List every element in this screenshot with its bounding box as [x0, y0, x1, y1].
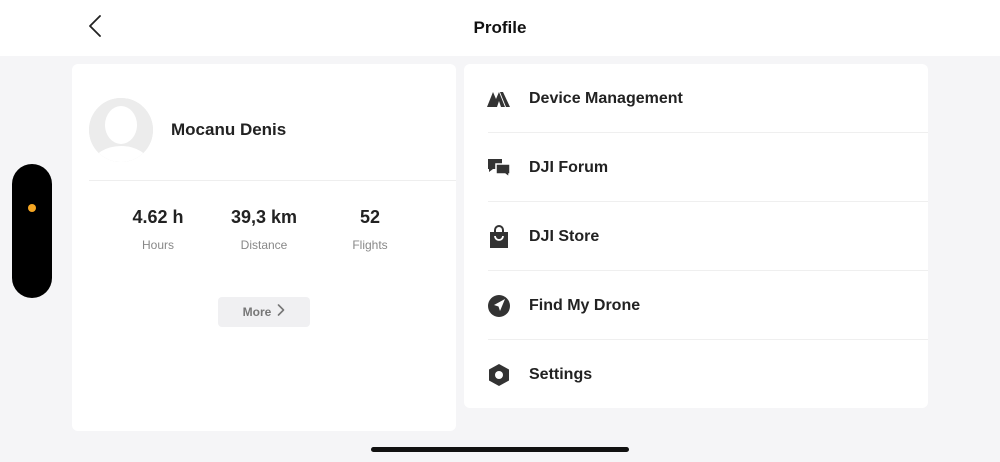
menu-item-find-my-drone[interactable]: Find My Drone [464, 271, 928, 339]
forum-icon [487, 156, 511, 180]
menu-item-label: DJI Forum [529, 159, 609, 176]
stat-label: Distance [240, 238, 288, 252]
menu-item-dji-store[interactable]: DJI Store [464, 202, 928, 270]
stat-hours: 4.62 h Hours [98, 207, 218, 252]
find-drone-icon [487, 294, 511, 318]
menu-item-settings[interactable]: Settings [464, 340, 928, 408]
menu-item-label: Find My Drone [529, 297, 641, 314]
chevron-right-icon [277, 303, 285, 321]
user-avatar-icon [89, 98, 153, 162]
more-button[interactable]: More [218, 297, 310, 327]
menu-item-label: Device Management [529, 90, 683, 107]
home-indicator[interactable] [371, 447, 629, 452]
stat-flights: 52 Flights [310, 207, 430, 252]
stat-value: 4.62 h [132, 207, 184, 227]
stat-value: 52 [359, 207, 381, 227]
device-notch [12, 164, 52, 298]
top-bar: Profile [0, 0, 1000, 56]
stat-label: Flights [352, 238, 388, 252]
more-button-label: More [242, 305, 272, 319]
user-name: Mocanu Denis [171, 120, 287, 139]
menu-item-device-management[interactable]: Device Management [464, 64, 928, 132]
menu-item-label: Settings [529, 366, 593, 383]
stat-value: 39,3 km [230, 207, 298, 227]
menu-item-dji-forum[interactable]: DJI Forum [464, 133, 928, 201]
page-title: Profile [473, 18, 527, 37]
device-management-icon [487, 87, 511, 111]
stat-label: Hours [141, 238, 174, 252]
settings-hexagon-icon [487, 363, 511, 387]
store-bag-icon [487, 225, 511, 249]
avatar[interactable] [89, 98, 153, 162]
camera-indicator-dot [28, 204, 36, 212]
menu-card: Device Management DJI Forum DJI Store Fi… [464, 64, 928, 408]
menu-item-label: DJI Store [529, 228, 600, 245]
stat-distance: 39,3 km Distance [204, 207, 324, 252]
profile-card: Mocanu Denis 4.62 h Hours 39,3 km Distan… [72, 64, 456, 431]
divider [89, 180, 456, 181]
